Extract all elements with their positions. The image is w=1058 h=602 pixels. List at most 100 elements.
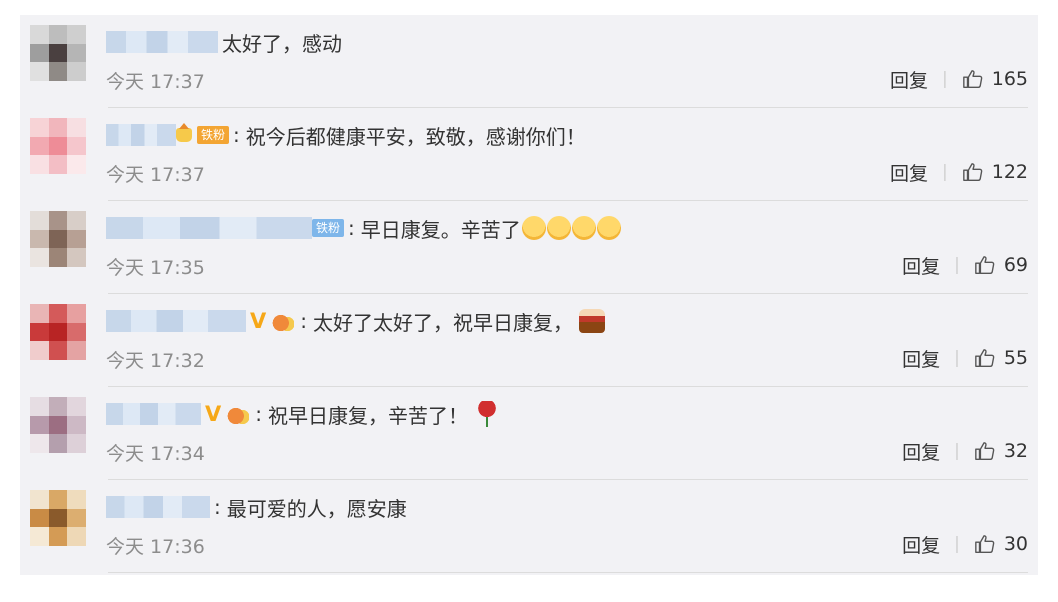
comment-header: 铁粉 : 早日康复。辛苦了 (106, 213, 621, 243)
tearful-face-icon (546, 216, 571, 240)
colon-separator: : (214, 495, 221, 519)
avatar-mosaic-cell (67, 25, 86, 44)
username-blurred[interactable] (106, 217, 312, 239)
comment-text: 最可爱的人，愿安康 (226, 496, 407, 521)
divider: | (954, 441, 960, 461)
comment-text: 早日康复。辛苦了 (360, 217, 521, 242)
avatar[interactable] (30, 211, 86, 267)
comment-text: 太好了，感动 (222, 31, 342, 56)
avatar-mosaic-cell (67, 322, 86, 342)
avatar-mosaic-cell (67, 527, 86, 546)
username-blurred[interactable] (106, 124, 176, 146)
thumbs-up-icon[interactable] (974, 440, 996, 462)
avatar-mosaic-cell (30, 490, 49, 509)
reply-button[interactable]: 回复 (902, 345, 940, 372)
avatar-mosaic-cell (30, 341, 49, 360)
avatar-mosaic-cell (67, 118, 86, 137)
member-crown-icon (272, 311, 295, 331)
avatar-mosaic-cell (48, 322, 68, 342)
avatar[interactable] (30, 25, 86, 81)
comment-item: 铁粉 : 祝今后都健康平安，致敬，感谢你们！ 今天 17:37 回复 | 122 (20, 108, 1038, 201)
avatar-mosaic-cell (48, 527, 68, 546)
avatar-mosaic-cell (48, 341, 68, 360)
avatar-mosaic-cell (48, 434, 68, 453)
comment-actions: 回复 | 165 (890, 66, 1028, 93)
avatar-mosaic-cell (67, 229, 86, 249)
avatar-mosaic-cell (30, 25, 49, 44)
avatar-mosaic-cell (30, 304, 49, 323)
birthday-cake-icon (579, 309, 606, 333)
thumbs-up-icon[interactable] (962, 68, 984, 90)
avatar-mosaic-cell (67, 248, 86, 267)
username-blurred[interactable] (106, 31, 218, 53)
like-count: 165 (991, 68, 1028, 90)
username-blurred[interactable] (106, 496, 210, 518)
avatar-mosaic-cell (30, 211, 49, 230)
comment-actions: 回复 | 69 (902, 252, 1028, 279)
thumbs-up-icon[interactable] (974, 533, 996, 555)
avatar-mosaic-cell (67, 43, 86, 63)
comment-item: 太好了，感动 今天 17:37 回复 | 165 (20, 15, 1038, 108)
timestamp: 今天 17:36 (106, 536, 205, 558)
avatar-mosaic-cell (67, 136, 86, 156)
avatar-mosaic-cell (30, 62, 49, 81)
avatar-mosaic-cell (67, 341, 86, 360)
tearful-face-icon (521, 216, 546, 240)
timestamp: 今天 17:34 (106, 443, 205, 465)
reply-button[interactable]: 回复 (902, 252, 940, 279)
avatar-mosaic-cell (30, 397, 49, 416)
tearful-face-icon (571, 216, 596, 240)
comment-header: 太好了，感动 (106, 27, 342, 57)
avatar-mosaic-cell (67, 62, 86, 81)
verified-v-icon: V (250, 309, 267, 333)
avatar-mosaic-cell (30, 248, 49, 267)
avatar[interactable] (30, 304, 86, 360)
comment-item: : 最可爱的人，愿安康 今天 17:36 回复 | 30 (20, 480, 1038, 573)
fan-badge[interactable]: 铁粉 (312, 219, 345, 237)
avatar[interactable] (30, 118, 86, 174)
rose-icon (476, 401, 499, 427)
avatar-mosaic-cell (67, 434, 86, 453)
comment-text: 祝早日康复，辛苦了！ (268, 403, 469, 428)
username-blurred[interactable] (106, 310, 246, 332)
avatar-mosaic-cell (30, 136, 49, 156)
divider: | (942, 69, 948, 89)
colon-separator: : (300, 309, 308, 333)
comment-actions: 回复 | 32 (902, 438, 1028, 465)
avatar-mosaic-cell (67, 397, 86, 416)
avatar-mosaic-cell (30, 155, 49, 174)
avatar-mosaic-cell (30, 527, 49, 546)
avatar-mosaic-cell (48, 304, 68, 323)
colon-separator: : (255, 402, 263, 426)
avatar-mosaic-cell (48, 118, 68, 137)
thumbs-up-icon[interactable] (974, 254, 996, 276)
comment-actions: 回复 | 122 (890, 159, 1028, 186)
comment-item: V : 太好了太好了，祝早日康复， 今天 17:32 回复 | 55 (20, 294, 1038, 387)
avatar-mosaic-cell (48, 508, 68, 528)
avatar-mosaic-cell (67, 155, 86, 174)
colon-separator: : (233, 123, 240, 147)
divider: | (954, 534, 960, 554)
like-count: 69 (1003, 254, 1028, 276)
reply-button[interactable]: 回复 (902, 438, 940, 465)
comment-header: : 最可爱的人，愿安康 (106, 492, 407, 522)
comment-text: 太好了太好了，祝早日康复， (313, 310, 574, 335)
reply-button[interactable]: 回复 (902, 531, 940, 558)
reply-button[interactable]: 回复 (890, 66, 928, 93)
avatar-mosaic-cell (30, 43, 49, 63)
thumbs-up-icon[interactable] (962, 161, 984, 183)
timestamp: 今天 17:35 (106, 257, 205, 279)
colon-separator: : (348, 216, 355, 240)
avatar-mosaic-cell (30, 229, 49, 249)
timestamp: 今天 17:32 (106, 350, 205, 372)
avatar-mosaic-cell (48, 415, 68, 435)
fan-badge[interactable]: 铁粉 (197, 126, 230, 144)
avatar-mosaic-cell (67, 304, 86, 323)
avatar[interactable] (30, 397, 86, 453)
username-blurred[interactable] (106, 403, 201, 425)
avatar[interactable] (30, 490, 86, 546)
thumbs-up-icon[interactable] (974, 347, 996, 369)
comment-actions: 回复 | 30 (902, 531, 1028, 558)
reply-button[interactable]: 回复 (890, 159, 928, 186)
fan-crown-icon (176, 123, 192, 142)
